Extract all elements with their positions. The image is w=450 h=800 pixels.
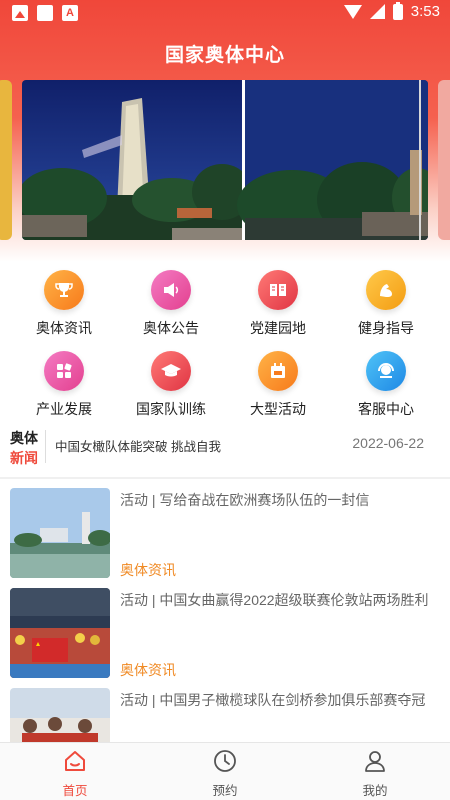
menu-item-industry-development[interactable]: 产业发展: [14, 351, 114, 419]
app-a-notification-icon: A: [62, 5, 78, 21]
menu-item-party-building[interactable]: 党建园地: [228, 270, 328, 338]
banner-prev-peek[interactable]: [0, 80, 12, 240]
list-item[interactable]: 活动 | 中国男子橄榄球队在剑桥参加俱乐部赛夺冠: [0, 688, 450, 742]
bottom-tab-bar: 首页 预约 我的: [0, 742, 450, 800]
banner-carousel[interactable]: [22, 80, 428, 240]
menu-item-fitness-guide[interactable]: 健身指导: [336, 270, 436, 338]
article-category: 奥体资讯: [120, 662, 176, 678]
book-icon: [258, 270, 298, 310]
menu-item-major-events[interactable]: 大型活动: [228, 351, 328, 419]
tab-label: 我的: [362, 784, 388, 798]
menu-item-label: 奥体公告: [143, 320, 199, 336]
tab-reservation[interactable]: 预约: [175, 749, 275, 799]
image-notification-icon: [12, 5, 28, 21]
article-thumbnail: [10, 588, 110, 678]
article-thumbnail: [10, 488, 110, 578]
calendar-icon: [258, 351, 298, 391]
article-title: 活动 | 写给奋战在欧洲赛场队伍的一封信: [120, 492, 370, 508]
article-category: 奥体资讯: [120, 562, 176, 578]
article-title: 活动 | 中国男子橄榄球队在剑桥参加俱乐部赛夺冠: [120, 692, 426, 708]
signal-icon: [369, 4, 385, 19]
battery-icon: [392, 1, 403, 20]
menu-item-label: 国家队训练: [136, 401, 206, 417]
tab-profile[interactable]: 我的: [325, 749, 425, 799]
divider: [0, 477, 450, 479]
news-date: 2022-06-22: [352, 435, 424, 451]
tab-home[interactable]: 首页: [25, 749, 125, 799]
wifi-icon: [343, 4, 362, 19]
menu-item-label: 健身指导: [358, 320, 414, 336]
clock-icon: [214, 750, 236, 772]
home-icon: [65, 751, 85, 771]
divider: [45, 430, 46, 463]
article-title: 活动 | 中国女曲赢得2022超级联赛伦敦站两场胜利: [120, 592, 429, 608]
status-bar: A 3:53: [0, 0, 450, 26]
menu-item-ati-news[interactable]: 奥体资讯: [14, 270, 114, 338]
blocks-icon: [44, 351, 84, 391]
banner-next-peek[interactable]: [438, 80, 450, 240]
stadium-tower-night-photo: [22, 80, 428, 240]
trophy-icon: [44, 270, 84, 310]
menu-item-label: 产业发展: [36, 401, 92, 417]
menu-item-label: 奥体资讯: [36, 320, 92, 336]
news-ticker[interactable]: 奥体 新闻 中国女橄队体能突破 挑战自我 2022-06-22: [0, 425, 450, 469]
tab-label: 首页: [62, 784, 88, 798]
news-tag-line1: 奥体: [10, 430, 38, 446]
menu-item-label: 党建园地: [250, 320, 306, 336]
news-tag-line2: 新闻: [10, 450, 38, 466]
user-icon: [365, 751, 385, 772]
menu-item-customer-service[interactable]: 客服中心: [336, 351, 436, 419]
tab-label: 预约: [212, 784, 238, 798]
list-item[interactable]: 活动 | 中国女曲赢得2022超级联赛伦敦站两场胜利 奥体资讯: [0, 588, 450, 680]
list-item[interactable]: 活动 | 写给奋战在欧洲赛场队伍的一封信 奥体资讯: [0, 488, 450, 580]
menu-item-label: 客服中心: [358, 401, 414, 417]
customer-service-icon: [366, 351, 406, 391]
status-time: 3:53: [410, 3, 440, 20]
megaphone-icon: [151, 270, 191, 310]
news-headline[interactable]: 中国女橄队体能突破 挑战自我: [55, 436, 221, 455]
image-notification-icon: [37, 5, 53, 21]
menu-item-label: 大型活动: [250, 401, 306, 417]
menu-item-national-team-training[interactable]: 国家队训练: [121, 351, 221, 419]
article-thumbnail: [10, 688, 110, 742]
graduation-cap-icon: [151, 351, 191, 391]
page-title: 国家奥体中心: [164, 45, 285, 66]
menu-item-ati-announcement[interactable]: 奥体公告: [121, 270, 221, 338]
muscle-arm-icon: [366, 270, 406, 310]
